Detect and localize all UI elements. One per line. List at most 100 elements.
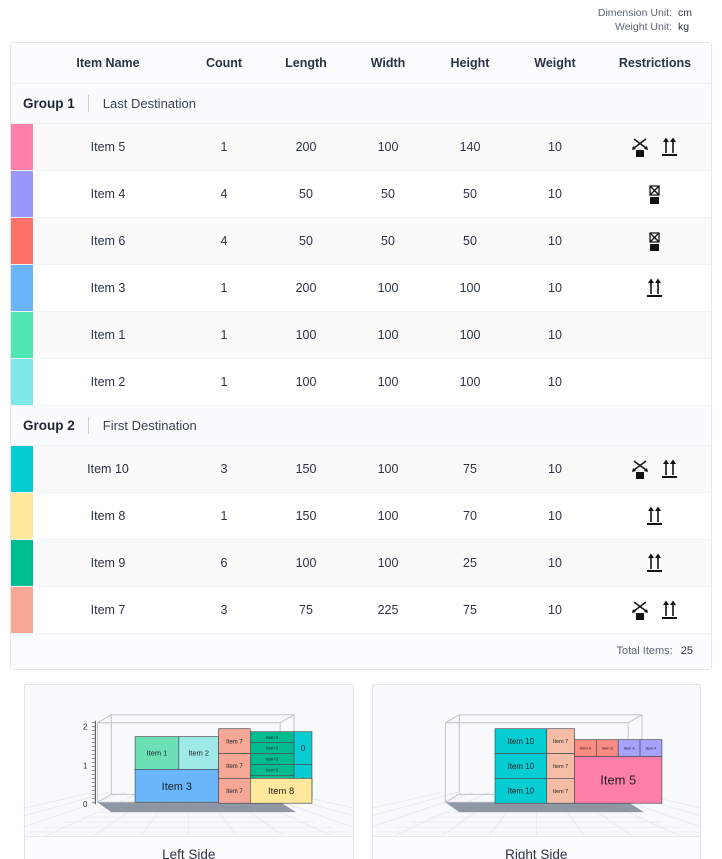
this-way-up-icon bbox=[647, 278, 662, 297]
packed-box[interactable]: Item 10 bbox=[494, 753, 547, 779]
table-row[interactable]: Item 10 3 150 100 75 10 bbox=[11, 445, 711, 493]
row-color-cell bbox=[11, 170, 33, 218]
packed-box[interactable]: Item 7 bbox=[218, 753, 251, 779]
packed-box[interactable]: Item 9 bbox=[249, 742, 295, 754]
item-count-cell: 1 bbox=[183, 358, 265, 406]
restriction-icons bbox=[599, 540, 711, 586]
item-name-cell: Item 10 bbox=[33, 445, 183, 493]
item-count-cell: 1 bbox=[183, 311, 265, 359]
header-restrictions[interactable]: Restrictions bbox=[599, 43, 711, 84]
box-label: Item 10 bbox=[507, 737, 534, 746]
table-body: Group 1 Last Destination Item 5 1 200 100 140 1… bbox=[11, 82, 711, 634]
item-weight-cell: 10 bbox=[511, 586, 599, 634]
item-count-cell: 3 bbox=[183, 586, 265, 634]
header-height[interactable]: Height bbox=[429, 43, 511, 84]
do-not-stack-icon bbox=[649, 184, 660, 204]
packed-box[interactable]: Item 2 bbox=[178, 736, 219, 770]
preview-panel[interactable]: Item 10 Item 10 Item 10 Item 7 Item 7 Item 7 I… bbox=[371, 684, 701, 859]
packed-box[interactable]: Item 1 bbox=[134, 736, 180, 770]
dimension-unit-label: Dimension Unit: bbox=[597, 7, 672, 19]
packed-box[interactable]: Item 5 bbox=[573, 756, 662, 804]
box-label: 0 bbox=[301, 744, 306, 753]
table-row[interactable]: Item 1 1 100 100 100 10 bbox=[11, 311, 711, 359]
item-height-cell: 100 bbox=[429, 264, 511, 312]
packed-box[interactable]: Item 10 bbox=[494, 778, 547, 804]
item-count-cell: 4 bbox=[183, 217, 265, 265]
box-label: Item 7 bbox=[226, 789, 243, 795]
header-item-name[interactable]: Item Name bbox=[33, 43, 183, 84]
packed-box[interactable]: Item 6 bbox=[573, 739, 597, 757]
item-weight-cell: 10 bbox=[511, 264, 599, 312]
item-length-cell: 200 bbox=[265, 123, 347, 171]
packed-box[interactable]: Item 9 bbox=[249, 753, 295, 765]
total-row: Total Items: 25 bbox=[11, 632, 711, 669]
header-weight[interactable]: Weight bbox=[511, 43, 599, 84]
packed-box[interactable]: Item 7 bbox=[545, 728, 575, 754]
header-length[interactable]: Length bbox=[265, 43, 347, 84]
item-length-cell: 150 bbox=[265, 445, 347, 493]
packed-box[interactable]: Item 9 bbox=[249, 731, 295, 743]
item-count-cell: 1 bbox=[183, 492, 265, 540]
packed-box[interactable]: Item 7 bbox=[218, 728, 251, 754]
container-scene: 2 1 0 Item 1 Item 2 Item 3 Item 7 Item 7 Item 7 I… bbox=[25, 714, 353, 836]
item-width-cell: 50 bbox=[347, 217, 429, 265]
restriction-icons bbox=[599, 124, 711, 170]
packed-box[interactable]: Item 7 bbox=[545, 778, 575, 804]
packed-box[interactable]: Item 4 bbox=[617, 739, 640, 757]
packed-box[interactable]: Item 8 bbox=[249, 778, 313, 804]
item-restrictions-cell bbox=[599, 358, 711, 406]
packed-box[interactable]: Item 9 bbox=[249, 764, 295, 776]
this-way-up-icon bbox=[647, 553, 662, 572]
three-d-canvas[interactable]: Item 10 Item 10 Item 10 Item 7 Item 7 Item 7 I… bbox=[372, 685, 700, 837]
item-weight-cell: 10 bbox=[511, 311, 599, 359]
row-color-cell bbox=[11, 311, 33, 359]
header-width[interactable]: Width bbox=[347, 43, 429, 84]
table-row[interactable]: Item 9 6 100 100 25 10 bbox=[11, 539, 711, 587]
table-row[interactable]: Item 3 1 200 100 100 10 bbox=[11, 264, 711, 312]
box-label: Item 7 bbox=[226, 739, 243, 745]
box-label: Item 9 bbox=[266, 757, 279, 762]
box-label: Item 10 bbox=[507, 762, 534, 771]
inventory-page: Dimension Unit: cm Weight Unit: kg Item Na… bbox=[0, 0, 722, 859]
item-color-swatch bbox=[11, 358, 33, 405]
container-scene: Item 10 Item 10 Item 10 Item 7 Item 7 Item 7 I… bbox=[372, 714, 700, 836]
item-width-cell: 100 bbox=[347, 311, 429, 359]
packed-box[interactable]: Item 7 bbox=[218, 778, 251, 804]
item-width-cell: 100 bbox=[347, 264, 429, 312]
table-row[interactable]: Item 4 4 50 50 50 10 bbox=[11, 170, 711, 218]
item-name-cell: Item 2 bbox=[33, 358, 183, 406]
box-label: Item 3 bbox=[162, 781, 192, 793]
item-color-swatch bbox=[11, 170, 33, 217]
no-rotate-icon bbox=[631, 137, 648, 157]
item-length-cell: 75 bbox=[265, 586, 347, 634]
item-color-swatch bbox=[11, 492, 33, 539]
group-header-row: Group 2 First Destination bbox=[11, 404, 711, 446]
table-row[interactable]: Item 7 3 75 225 75 10 bbox=[11, 586, 711, 634]
row-color-cell bbox=[11, 492, 33, 540]
packed-box[interactable]: Item 3 bbox=[134, 769, 219, 803]
item-length-cell: 100 bbox=[265, 311, 347, 359]
item-width-cell: 100 bbox=[347, 358, 429, 406]
item-width-cell: 100 bbox=[347, 123, 429, 171]
row-color-cell bbox=[11, 123, 33, 171]
preview-panel[interactable]: 2 1 0 Item 1 Item 2 Item 3 Item 7 Item 7 Item 7 I… bbox=[24, 684, 354, 859]
packed-box[interactable]: 0 bbox=[293, 731, 313, 765]
item-weight-cell: 10 bbox=[511, 539, 599, 587]
group-destination: First Destination bbox=[102, 417, 197, 433]
box-label: Item 1 bbox=[147, 749, 168, 758]
table-row[interactable]: Item 2 1 100 100 100 10 bbox=[11, 358, 711, 406]
packed-box[interactable]: Item 7 bbox=[545, 753, 575, 779]
box-label: Item 6 bbox=[579, 746, 591, 751]
group-header-row: Group 1 Last Destination bbox=[11, 82, 711, 124]
table-row[interactable]: Item 5 1 200 100 140 10 bbox=[11, 123, 711, 171]
item-count-cell: 6 bbox=[183, 539, 265, 587]
three-d-canvas[interactable]: 2 1 0 Item 1 Item 2 Item 3 Item 7 Item 7 Item 7 I… bbox=[25, 685, 353, 837]
packed-box[interactable]: Item 6 bbox=[595, 739, 619, 757]
packed-box[interactable]: Item 4 bbox=[639, 739, 662, 757]
packed-box[interactable]: Item 10 bbox=[494, 728, 547, 754]
table-row[interactable]: Item 8 1 150 100 70 10 bbox=[11, 492, 711, 540]
header-count[interactable]: Count bbox=[183, 43, 265, 84]
table-row[interactable]: Item 6 4 50 50 50 10 bbox=[11, 217, 711, 265]
group-name: Group 1 bbox=[23, 95, 75, 111]
total-value: 25 bbox=[680, 645, 693, 658]
